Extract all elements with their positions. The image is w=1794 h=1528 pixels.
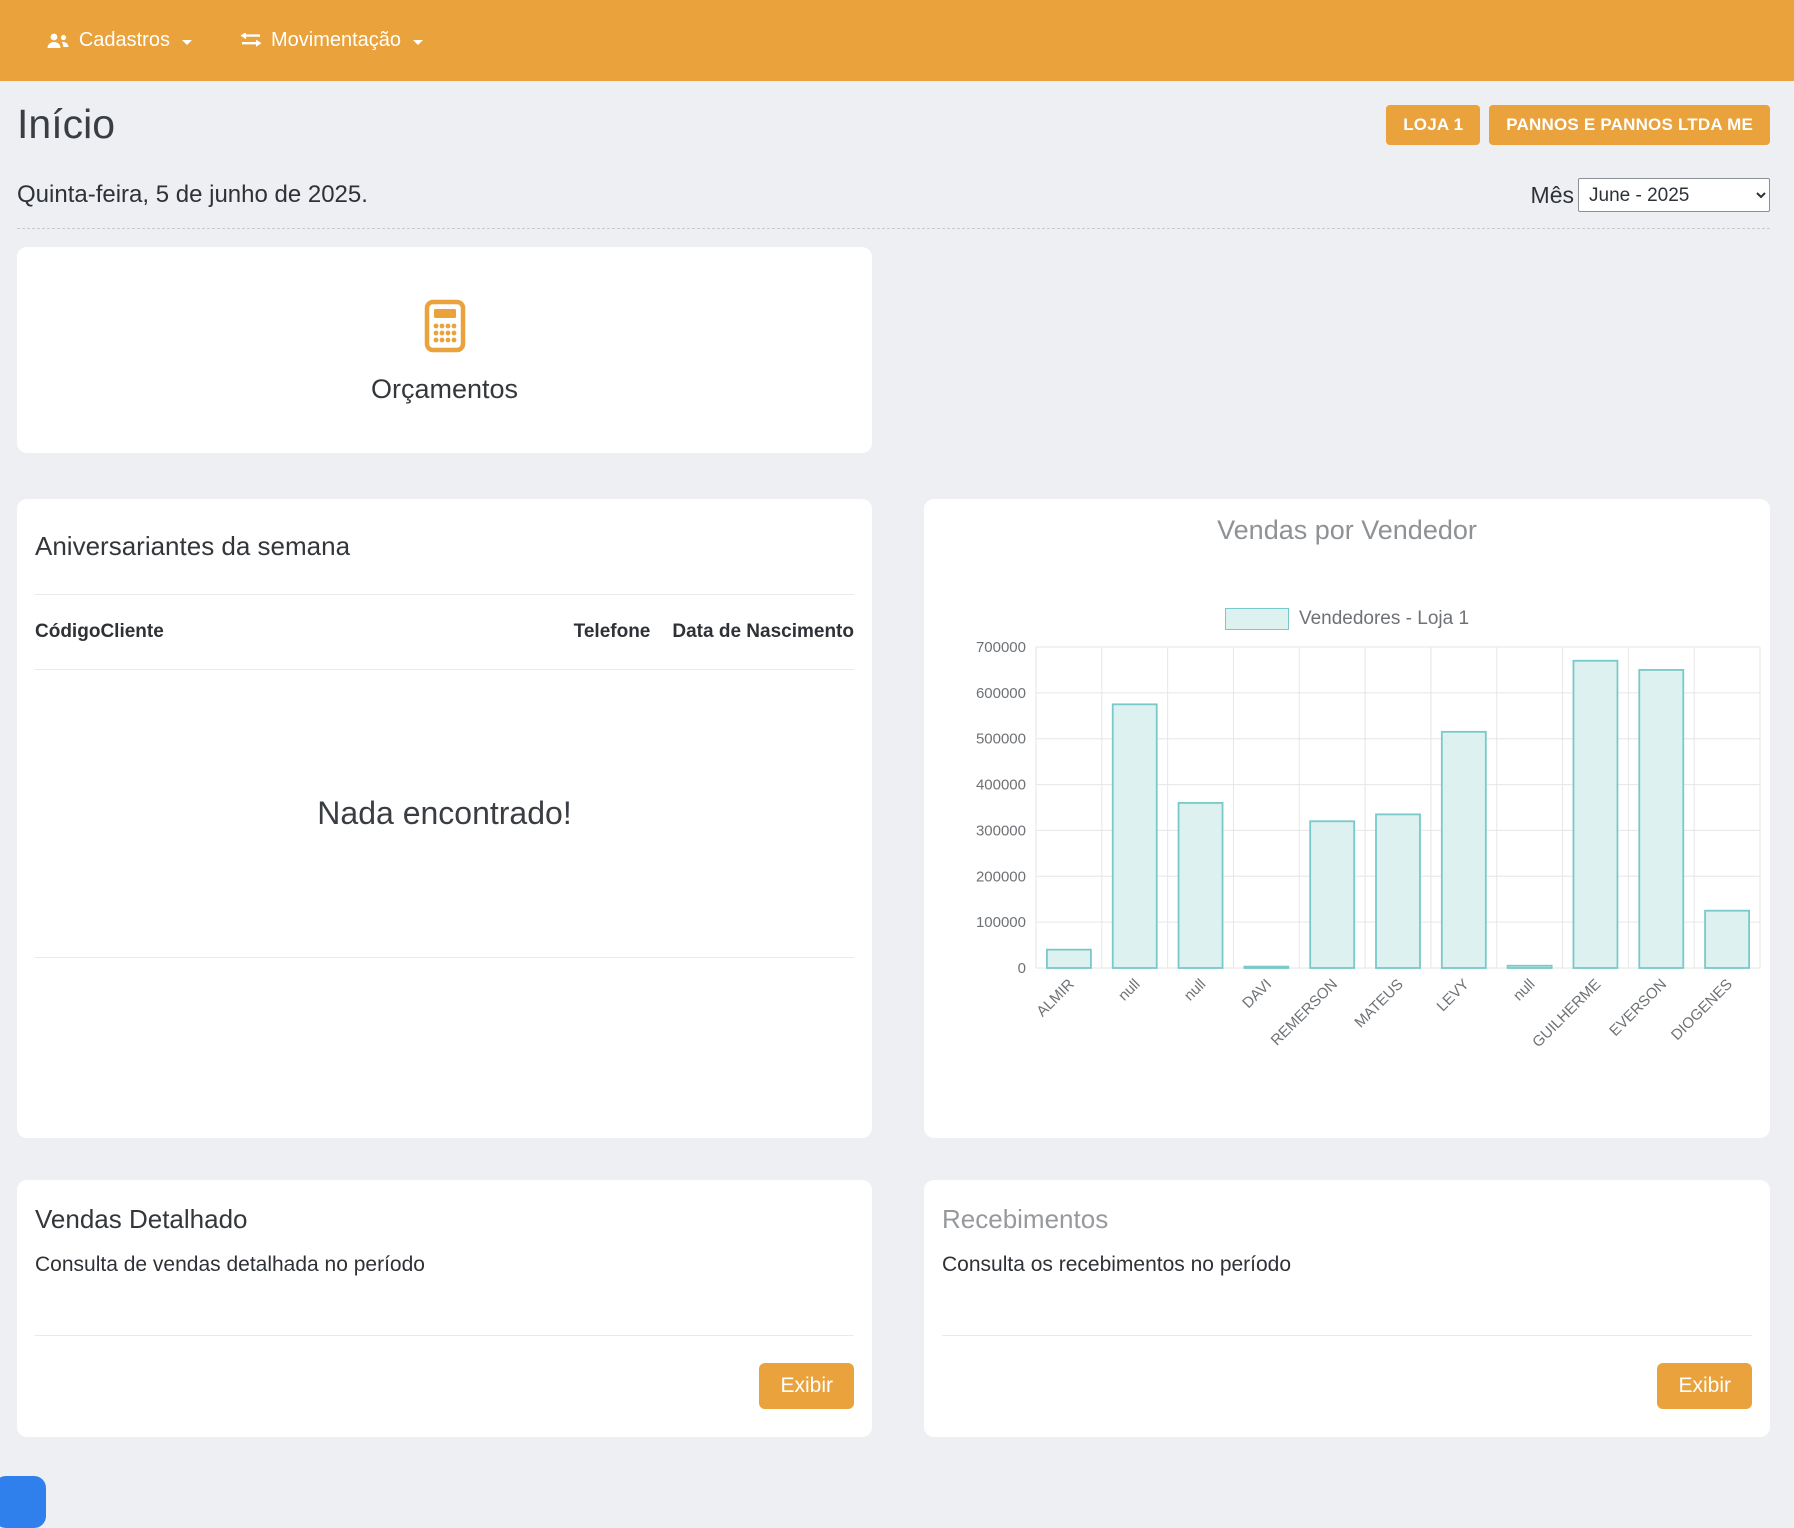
page-content: Início LOJA 1 PANNOS E PANNOS LTDA ME Qu…	[0, 101, 1794, 1437]
vendas-detalhado-body: Vendas Detalhado Consulta de vendas deta…	[35, 1180, 854, 1336]
empty-message: Nada encontrado!	[317, 795, 571, 832]
svg-text:400000: 400000	[976, 777, 1026, 794]
svg-text:ALMIR: ALMIR	[1033, 976, 1078, 1021]
birthdays-title: Aniversariantes da semana	[35, 531, 350, 562]
column-data-nascimento: Data de Nascimento	[672, 621, 854, 643]
recebimentos-exibir-button[interactable]: Exibir	[1657, 1363, 1752, 1409]
nav-item-cadastros[interactable]: Cadastros	[46, 29, 192, 52]
svg-text:700000: 700000	[976, 639, 1026, 656]
svg-text:DIOGENES: DIOGENES	[1668, 976, 1736, 1044]
svg-text:null: null	[1115, 976, 1144, 1005]
birthdays-card: Aniversariantes da semana Código Cliente…	[17, 499, 872, 1138]
svg-text:DAVI: DAVI	[1239, 976, 1275, 1012]
chart-bar	[1179, 803, 1223, 968]
column-cliente: Cliente	[100, 621, 163, 643]
chart-bar	[1376, 814, 1420, 968]
caret-down-icon	[182, 40, 192, 45]
chart-bar	[1442, 732, 1486, 968]
chart-title: Vendas por Vendedor	[924, 515, 1770, 546]
top-navbar: Início Cadastros Movimentação	[0, 0, 1794, 81]
chart-bar	[1705, 911, 1749, 968]
nav-item-movimentacao-label: Movimentação	[271, 29, 401, 52]
month-picker: Mês June - 2025	[1531, 178, 1770, 212]
month-select[interactable]: June - 2025	[1578, 178, 1770, 212]
chat-widget-button[interactable]	[0, 1476, 46, 1528]
legend-label: Vendedores - Loja 1	[1299, 608, 1469, 630]
month-label: Mês	[1531, 182, 1574, 209]
svg-text:REMERSON: REMERSON	[1268, 976, 1341, 1049]
recebimentos-subtitle: Consulta os recebimentos no período	[942, 1253, 1752, 1277]
caret-down-icon	[413, 40, 423, 45]
calculator-icon	[414, 295, 476, 362]
birthdays-table-header: Código Cliente Telefone Data de Nascimen…	[35, 595, 854, 670]
recebimentos-title: Recebimentos	[942, 1204, 1752, 1235]
vendas-detalhado-subtitle: Consulta de vendas detalhada no período	[35, 1253, 854, 1277]
vendas-detalhado-card: Vendas Detalhado Consulta de vendas deta…	[17, 1180, 872, 1437]
transfer-arrows-icon	[240, 33, 262, 49]
chart-bar	[1573, 661, 1617, 968]
company-button[interactable]: PANNOS E PANNOS LTDA ME	[1489, 105, 1770, 145]
column-codigo: Código	[35, 621, 100, 643]
nav-item-cadastros-label: Cadastros	[79, 29, 170, 52]
vendas-detalhado-footer: Exibir	[35, 1336, 854, 1436]
chart-bar	[1244, 967, 1288, 968]
svg-text:EVERSON: EVERSON	[1606, 976, 1670, 1040]
svg-text:200000: 200000	[976, 868, 1026, 885]
recebimentos-body: Recebimentos Consulta os recebimentos no…	[942, 1180, 1752, 1336]
svg-text:600000: 600000	[976, 685, 1026, 702]
current-date: Quinta-feira, 5 de junho de 2025.	[17, 181, 368, 209]
users-icon	[46, 32, 70, 50]
svg-text:LEVY: LEVY	[1434, 976, 1473, 1015]
svg-text:GUILHERME: GUILHERME	[1529, 976, 1604, 1051]
svg-text:500000: 500000	[976, 731, 1026, 748]
section-divider	[17, 228, 1770, 229]
bottom-row: Vendas Detalhado Consulta de vendas deta…	[17, 1180, 1770, 1437]
svg-text:100000: 100000	[976, 914, 1026, 931]
vendas-exibir-button[interactable]: Exibir	[759, 1363, 854, 1409]
chart-bar	[1113, 704, 1157, 968]
legend-swatch-icon	[1225, 608, 1289, 630]
orcamentos-shortcut-card[interactable]: Orçamentos	[17, 247, 872, 453]
nav-item-movimentacao[interactable]: Movimentação	[240, 29, 423, 52]
column-telefone: Telefone	[574, 621, 651, 643]
svg-text:null: null	[1510, 976, 1539, 1005]
chart-bar	[1639, 670, 1683, 968]
vendas-chart: 0 100000 200000 300000 400000 500000 600000 700…	[924, 637, 1770, 1117]
vendas-detalhado-title: Vendas Detalhado	[35, 1204, 854, 1235]
date-row: Quinta-feira, 5 de junho de 2025. Mês Ju…	[17, 178, 1770, 212]
header-buttons: LOJA 1 PANNOS E PANNOS LTDA ME	[1386, 105, 1770, 145]
page-title: Início	[17, 101, 115, 148]
birthdays-empty-state: Nada encontrado!	[35, 670, 854, 958]
svg-text:0: 0	[1018, 960, 1026, 977]
chart-legend[interactable]: Vendedores - Loja 1	[1225, 608, 1469, 630]
svg-text:300000: 300000	[976, 822, 1026, 839]
page-header: Início LOJA 1 PANNOS E PANNOS LTDA ME	[17, 101, 1770, 148]
svg-text:MATEUS: MATEUS	[1351, 976, 1406, 1031]
recebimentos-card: Recebimentos Consulta os recebimentos no…	[924, 1180, 1770, 1437]
chart-bar	[1310, 821, 1354, 968]
birthdays-header: Aniversariantes da semana	[35, 499, 854, 595]
recebimentos-footer: Exibir	[942, 1336, 1752, 1436]
sales-chart-card: Vendas por Vendedor Vendedores - Loja 1 …	[924, 499, 1770, 1138]
store-button[interactable]: LOJA 1	[1386, 105, 1480, 145]
chart-bar	[1047, 950, 1091, 968]
chart-bar	[1508, 966, 1552, 968]
middle-row: Aniversariantes da semana Código Cliente…	[17, 499, 1770, 1138]
svg-text:null: null	[1181, 976, 1210, 1005]
orcamentos-label: Orçamentos	[371, 374, 518, 405]
